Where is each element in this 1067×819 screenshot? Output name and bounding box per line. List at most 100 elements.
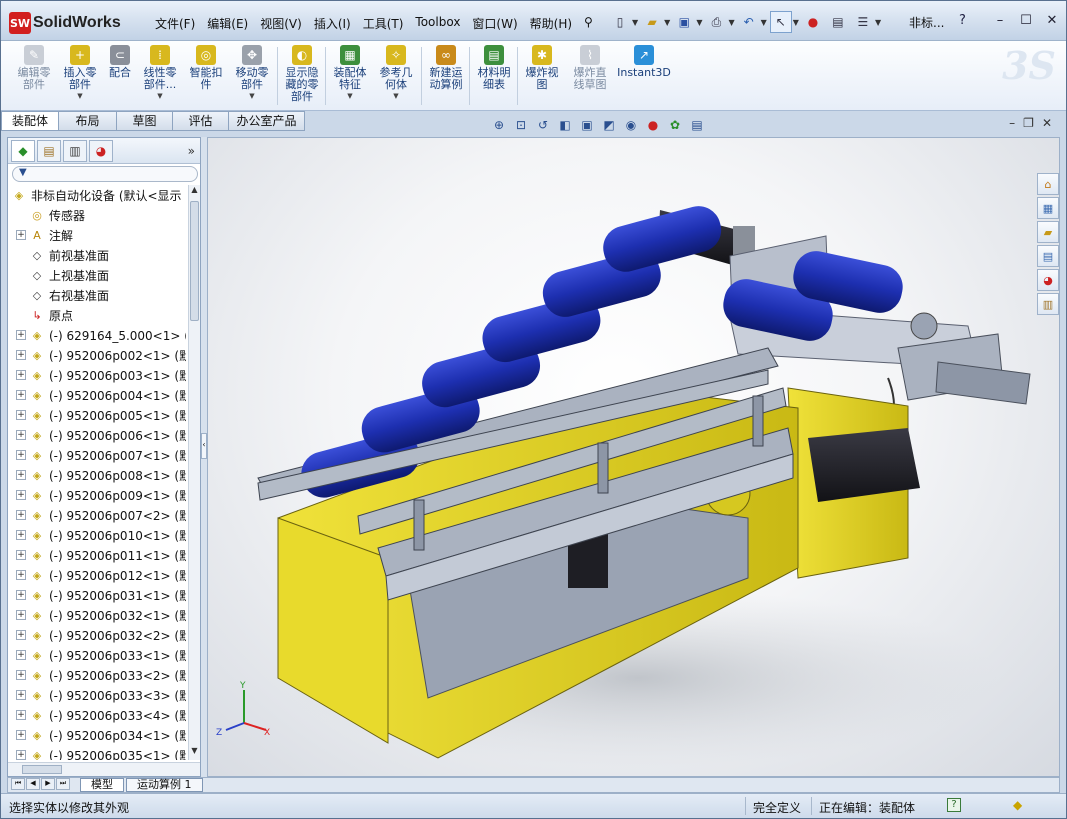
prev-tab-icon[interactable]: ◀ (26, 778, 40, 790)
pin-icon[interactable]: ⚲ (578, 14, 599, 33)
undo-icon[interactable]: ↶ (738, 11, 760, 33)
menu-view[interactable]: 视图(V) (254, 14, 308, 33)
tree-item[interactable]: + ◈ (-) 952006p033<1> (默 (8, 645, 186, 665)
tree-item[interactable]: + ◈ (-) 952006p011<1> (默 (8, 545, 186, 565)
scroll-thumb[interactable] (22, 765, 62, 774)
expand-icon[interactable]: + (16, 410, 26, 420)
tree-item[interactable]: + ◈ (-) 952006p032<2> (默 (8, 625, 186, 645)
expand-icon[interactable]: + (16, 650, 26, 660)
first-tab-icon[interactable]: ⏮ (11, 778, 25, 790)
tab-model[interactable]: 模型 (80, 778, 124, 792)
custom-properties-icon[interactable]: ▥ (1037, 293, 1059, 315)
tree-item[interactable]: + ◈ (-) 952006p003<1> (默 (8, 365, 186, 385)
chevron-down-icon[interactable]: ▼ (157, 92, 162, 100)
section-view-icon[interactable]: ◧ (556, 116, 574, 134)
tree-item[interactable]: + ◈ (-) 952006p032<1> (默 (8, 605, 186, 625)
expand-icon[interactable]: + (16, 750, 26, 760)
chevron-down-icon[interactable]: ▼ (249, 92, 254, 100)
scroll-down-icon[interactable]: ▼ (189, 746, 200, 760)
menu-window[interactable]: 窗口(W) (466, 14, 523, 33)
expand-icon[interactable]: + (16, 610, 26, 620)
previous-view-icon[interactable]: ↺ (534, 116, 552, 134)
tab-motion-study-1[interactable]: 运动算例 1 (126, 778, 203, 792)
view-palette-icon[interactable]: ▤ (1037, 245, 1059, 267)
tree-item[interactable]: + A 注解 (8, 225, 186, 245)
restore-icon[interactable]: ❐ (1023, 116, 1034, 130)
expand-icon[interactable]: + (16, 590, 26, 600)
configuration-manager-tab-icon[interactable]: ▥ (63, 139, 87, 162)
property-manager-tab-icon[interactable]: ▤ (37, 139, 61, 162)
view-orientation-icon[interactable]: ▣ (578, 116, 596, 134)
minimize-icon[interactable]: – (1009, 116, 1015, 130)
next-tab-icon[interactable]: ▶ (41, 778, 55, 790)
tree-item[interactable]: + ◈ (-) 952006p012<1> (默 (8, 565, 186, 585)
move-component-button[interactable]: ✥ 移动零 部件 ▼ (229, 45, 275, 100)
expand-icon[interactable]: + (16, 550, 26, 560)
app-logo[interactable]: SW SolidWorks (9, 11, 121, 35)
show-hidden-components-button[interactable]: ◐ 显示隐 藏的零 部件 (279, 45, 325, 103)
tab-sketch[interactable]: 草图 (117, 111, 173, 131)
instant3d-button[interactable]: ↗ Instant3D (615, 45, 673, 79)
expand-icon[interactable]: + (16, 450, 26, 460)
expand-icon[interactable]: + (16, 230, 26, 240)
exploded-view-button[interactable]: ✱ 爆炸视 图 (519, 45, 565, 91)
tree-item[interactable]: + ◈ (-) 952006p007<1> (默 (8, 445, 186, 465)
help-icon[interactable]: ? (959, 13, 966, 28)
new-motion-study-button[interactable]: ∞ 新建运 动算例 (423, 45, 469, 91)
new-document-icon[interactable]: ▯ (609, 11, 631, 33)
expand-icon[interactable]: + (16, 570, 26, 580)
tree-item[interactable]: + ◈ (-) 952006p008<1> (默 (8, 465, 186, 485)
expand-icon[interactable]: + (16, 630, 26, 640)
tree-item[interactable]: ◇ 前视基准面 (8, 245, 186, 265)
open-folder-icon[interactable]: ▰ (641, 11, 663, 33)
options-icon[interactable]: ☰ (852, 11, 874, 33)
file-explorer-icon[interactable]: ▰ (1037, 221, 1059, 243)
chevron-down-icon[interactable]: ▼ (761, 18, 767, 27)
tree-root[interactable]: ◈ 非标自动化设备 (默认<显示 (8, 185, 186, 205)
tree-item[interactable]: ↳ 原点 (8, 305, 186, 325)
assembly-features-button[interactable]: ▦ 装配体 特征 ▼ (327, 45, 373, 100)
tree-item[interactable]: + ◈ (-) 952006p035<1> (默 (8, 745, 186, 760)
chevron-down-icon[interactable]: ▼ (875, 18, 881, 27)
expand-icon[interactable]: + (16, 330, 26, 340)
chevron-down-icon[interactable]: ▼ (632, 18, 638, 27)
close-icon[interactable]: ✕ (1040, 10, 1064, 30)
hide-show-items-icon[interactable]: ◉ (622, 116, 640, 134)
bill-of-materials-button[interactable]: ▤ 材料明 细表 (471, 45, 517, 91)
apply-scene-icon[interactable]: ✿ (666, 116, 684, 134)
tree-item[interactable]: + ◈ (-) 952006p033<2> (默 (8, 665, 186, 685)
tree-item[interactable]: + ◈ (-) 952006p005<1> (默 (8, 405, 186, 425)
menu-help[interactable]: 帮助(H) (524, 14, 578, 33)
tree-filter[interactable]: ▼ (12, 166, 198, 182)
tree-item[interactable]: + ◈ (-) 952006p009<1> (默 (8, 485, 186, 505)
last-tab-icon[interactable]: ⏭ (56, 778, 70, 790)
chevron-down-icon[interactable]: ▼ (347, 92, 352, 100)
tree-item[interactable]: + ◈ (-) 952006p002<1> (默 (8, 345, 186, 365)
tree-item[interactable]: + ◈ (-) 952006p006<1> (默 (8, 425, 186, 445)
save-icon[interactable]: ▣ (673, 11, 695, 33)
menu-tools[interactable]: 工具(T) (357, 14, 410, 33)
tree-vertical-scrollbar[interactable]: ▲ ▼ (188, 185, 200, 760)
file-properties-icon[interactable]: ▤ (827, 11, 849, 33)
menu-insert[interactable]: 插入(I) (308, 14, 357, 33)
expand-icon[interactable]: + (16, 470, 26, 480)
tag-icon[interactable]: ◆ (1013, 798, 1027, 812)
expand-icon[interactable]: + (16, 670, 26, 680)
expand-tabs-icon[interactable]: » (188, 144, 195, 158)
chevron-down-icon[interactable]: ▼ (664, 18, 670, 27)
design-library-icon[interactable]: ▦ (1037, 197, 1059, 219)
smart-fasteners-button[interactable]: ◎ 智能扣 件 (183, 45, 229, 91)
maximize-icon[interactable]: ☐ (1014, 10, 1038, 30)
expand-icon[interactable]: + (16, 690, 26, 700)
reference-geometry-button[interactable]: ✧ 参考几 何体 ▼ (373, 45, 419, 100)
graphics-area[interactable]: Y X Z (207, 137, 1060, 777)
expand-icon[interactable]: + (16, 530, 26, 540)
rear-yellow-column[interactable] (787, 387, 920, 579)
tree-item[interactable]: + ◈ (-) 952006p033<4> (默 (8, 705, 186, 725)
pneumatic-gripper[interactable] (887, 333, 1031, 429)
chevron-down-icon[interactable]: ▼ (728, 18, 734, 27)
close-icon[interactable]: ✕ (1042, 116, 1052, 130)
tree-item[interactable]: ◇ 上视基准面 (8, 265, 186, 285)
tree-horizontal-scrollbar[interactable] (8, 762, 200, 776)
select-cursor-icon[interactable]: ↖ (769, 11, 792, 33)
